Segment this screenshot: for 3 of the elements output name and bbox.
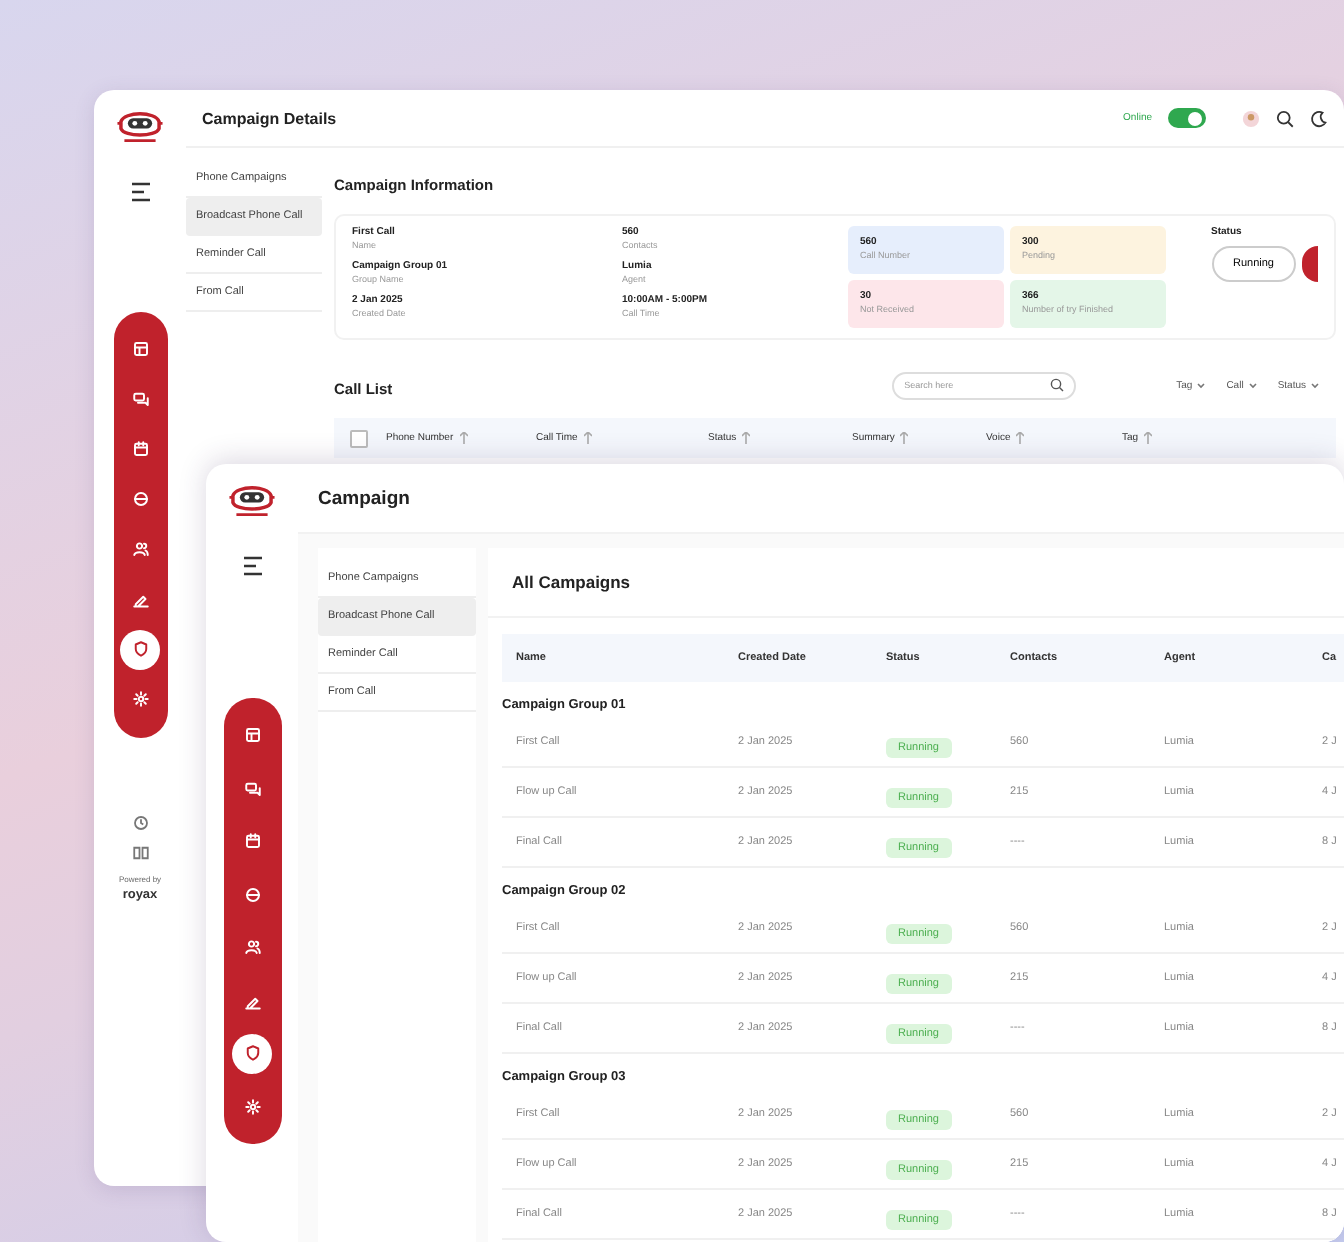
card-title: All Campaigns [488, 548, 1344, 618]
page-title: Campaign Details [202, 109, 339, 127]
page-title: Campaign [318, 487, 410, 509]
